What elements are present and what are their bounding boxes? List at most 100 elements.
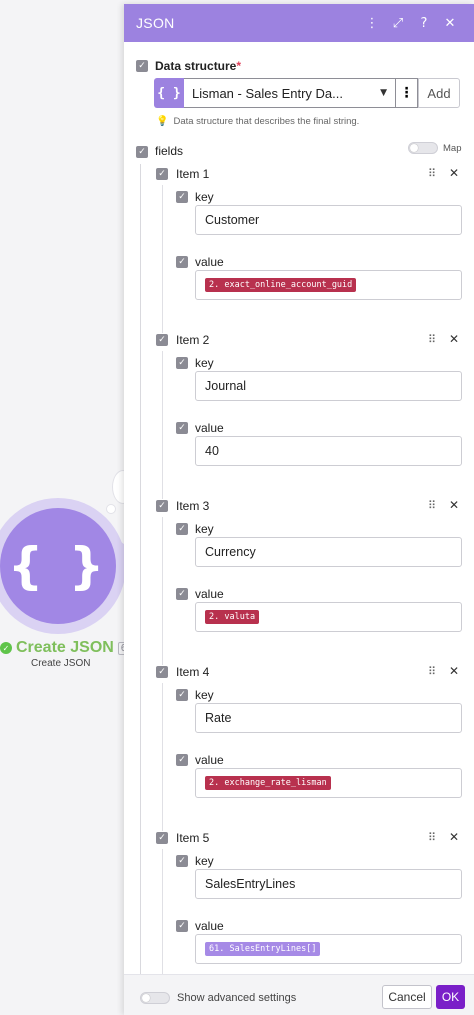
value-input[interactable]: 61. SalesEntryLines[] [195,934,462,964]
value-label: value [195,753,224,767]
module-node-label: ✓ Create JSON 64 [0,638,135,658]
value-checkbox[interactable]: ✓ [176,588,188,600]
key-checkbox[interactable]: ✓ [176,855,188,867]
key-input[interactable]: SalesEntryLines [195,869,462,899]
more-vertical-icon[interactable]: ⋮ [360,11,384,35]
cancel-button[interactable]: Cancel [382,985,432,1009]
item-tree-line [162,683,163,831]
module-settings-panel: JSON ⋮ ⤢ ? ✕ ✓ Data structure* { } Lisma… [124,4,474,1015]
mapped-variable-pill[interactable]: 2. exact_online_account_guid [205,278,357,292]
item-checkbox[interactable]: ✓ [156,832,168,844]
mapped-variable-pill[interactable]: 2. valuta [205,610,260,624]
key-checkbox[interactable]: ✓ [176,689,188,701]
key-label: key [195,356,214,370]
key-checkbox[interactable]: ✓ [176,523,188,535]
json-structure-icon: { } [154,78,184,108]
fields-label: fields [155,144,184,158]
map-toggle-switch[interactable] [408,142,438,154]
value-checkbox[interactable]: ✓ [176,256,188,268]
item-title: Item 4 [176,665,210,679]
value-input[interactable]: 40 [195,436,462,466]
key-label: key [195,522,214,536]
value-checkbox[interactable]: ✓ [176,920,188,932]
data-structure-more-button[interactable]: ⋮ [396,78,418,108]
key-checkbox[interactable]: ✓ [176,357,188,369]
remove-item-icon[interactable]: ✕ [449,498,459,512]
json-module-node[interactable]: { } [0,508,116,624]
close-icon[interactable]: ✕ [438,11,462,35]
mapped-variable-pill[interactable]: 61. SalesEntryLines[] [205,942,321,956]
advanced-settings-toggle[interactable]: Show advanced settings [140,992,296,1004]
value-label: value [195,587,224,601]
data-structure-select[interactable]: Lisman - Sales Entry Da... ▼ [184,78,396,108]
value-input[interactable]: 2. valuta [195,602,462,632]
data-structure-label: Data structure* [155,59,242,73]
value-label: value [195,919,224,933]
mapped-variable-pill[interactable]: 2. exchange_rate_lisman [205,776,331,790]
fields-checkbox[interactable]: ✓ [136,146,148,158]
value-input[interactable]: 2. exchange_rate_lisman [195,768,462,798]
key-checkbox[interactable]: ✓ [176,191,188,203]
drag-handle-icon[interactable]: ⠿ [428,167,436,180]
advanced-settings-label: Show advanced settings [177,992,297,1004]
field-item: ✓ Item 5 ⠿ ✕ ✓ key SalesEntryLines ✓ val… [156,830,462,997]
remove-item-icon[interactable]: ✕ [449,332,459,346]
item-checkbox[interactable]: ✓ [156,168,168,180]
remove-item-icon[interactable]: ✕ [449,830,459,844]
item-tree-line [162,185,163,333]
map-label: Map [443,142,462,154]
value-label: value [195,421,224,435]
fields-tree-line [140,164,141,974]
lightbulb-icon: 💡 [156,116,169,127]
drag-handle-icon[interactable]: ⠿ [428,831,436,844]
remove-item-icon[interactable]: ✕ [449,664,459,678]
key-input[interactable]: Journal [195,371,462,401]
drag-handle-icon[interactable]: ⠿ [428,665,436,678]
drag-handle-icon[interactable]: ⠿ [428,499,436,512]
item-tree-line [162,517,163,665]
data-structure-hint: 💡 Data structure that describes the fina… [156,116,359,127]
item-checkbox[interactable]: ✓ [156,666,168,678]
value-checkbox[interactable]: ✓ [176,754,188,766]
item-checkbox[interactable]: ✓ [156,334,168,346]
key-input[interactable]: Rate [195,703,462,733]
ok-button[interactable]: OK [436,985,465,1009]
advanced-settings-switch[interactable] [140,992,170,1004]
drag-handle-icon[interactable]: ⠿ [428,333,436,346]
panel-title: JSON [136,15,175,31]
value-label: value [195,255,224,269]
success-check-icon: ✓ [0,642,12,654]
panel-body: ✓ Data structure* { } Lisman - Sales Ent… [124,42,474,997]
item-title: Item 1 [176,167,210,181]
key-label: key [195,854,214,868]
field-item: ✓ Item 3 ⠿ ✕ ✓ key Currency ✓ value 2. v… [156,498,462,665]
item-title: Item 2 [176,333,210,347]
field-item: ✓ Item 4 ⠿ ✕ ✓ key Rate ✓ value 2. excha… [156,664,462,831]
hint-text: Data structure that describes the final … [173,116,360,127]
json-braces-icon: { } [7,537,109,595]
expand-icon[interactable]: ⤢ [386,11,410,35]
data-structure-add-button[interactable]: Add [418,78,460,108]
module-node-title: Create JSON [16,639,114,656]
map-toggle[interactable]: Map [408,142,461,154]
help-icon[interactable]: ? [412,11,436,35]
data-structure-row: { } Lisman - Sales Entry Da... ▼ ⋮ Add [154,78,460,108]
chevron-down-icon: ▼ [380,88,387,98]
key-input[interactable]: Currency [195,537,462,567]
item-checkbox[interactable]: ✓ [156,500,168,512]
value-input[interactable]: 2. exact_online_account_guid [195,270,462,300]
field-item: ✓ Item 2 ⠿ ✕ ✓ key Journal ✓ value 40 [156,332,462,499]
item-tree-line [162,351,163,499]
remove-item-icon[interactable]: ✕ [449,166,459,180]
data-structure-checkbox[interactable]: ✓ [136,60,148,72]
item-title: Item 3 [176,499,210,513]
data-structure-selected: Lisman - Sales Entry Da... [192,85,343,101]
key-label: key [195,688,214,702]
value-checkbox[interactable]: ✓ [176,422,188,434]
item-title: Item 5 [176,831,210,845]
key-label: key [195,190,214,204]
module-node-subtitle: Create JSON [31,658,91,669]
key-input[interactable]: Customer [195,205,462,235]
connector-bubble-small [106,504,116,514]
panel-header: JSON ⋮ ⤢ ? ✕ [124,4,474,42]
